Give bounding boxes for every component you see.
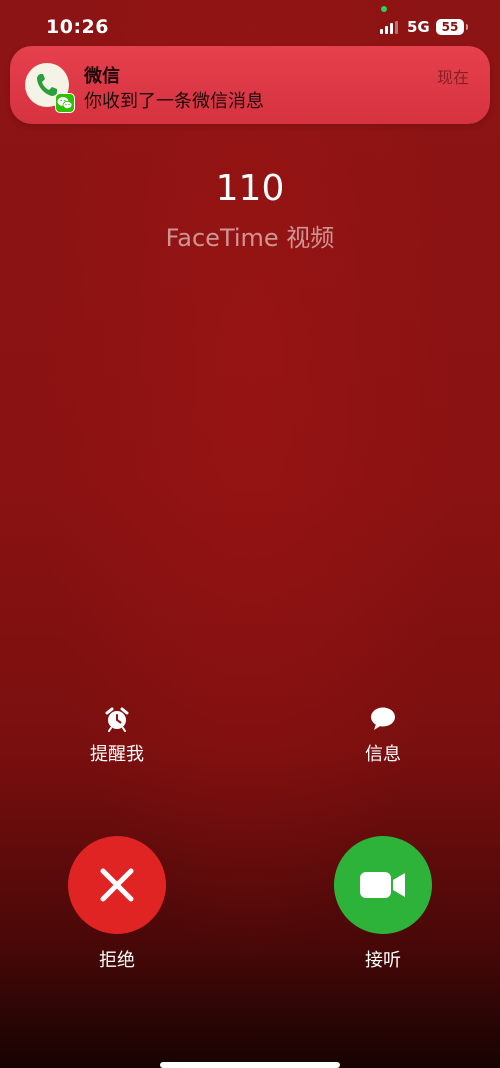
decline-label: 拒绝 — [99, 950, 135, 971]
speech-bubble-icon — [370, 706, 396, 732]
message-label: 信息 — [365, 744, 401, 765]
notification-title: 微信 — [84, 66, 120, 87]
remind-me-button[interactable]: 提醒我 — [57, 706, 177, 766]
home-indicator[interactable] — [160, 1062, 340, 1068]
alarm-clock-icon — [104, 706, 130, 732]
decline-control: 拒绝 — [47, 836, 187, 972]
video-camera-icon — [360, 872, 405, 898]
status-time: 10:26 — [46, 16, 109, 38]
cellular-signal-icon — [380, 21, 398, 34]
notification-banner[interactable]: 微信 你收到了一条微信消息 现在 — [10, 46, 490, 124]
battery-cap — [466, 24, 468, 30]
accept-label: 接听 — [365, 950, 401, 971]
remind-me-label: 提醒我 — [90, 744, 144, 765]
x-icon — [100, 868, 134, 902]
caller-number: 110 — [215, 168, 285, 209]
decline-button[interactable] — [68, 836, 166, 934]
accept-control: 接听 — [313, 836, 453, 972]
call-type: FaceTime 视频 — [165, 224, 335, 252]
camera-in-use-indicator — [381, 6, 387, 12]
battery-icon: 55 — [436, 19, 464, 35]
battery-level: 55 — [441, 20, 459, 34]
network-type: 5G — [407, 18, 430, 36]
wechat-icon — [55, 93, 75, 113]
notification-time: 现在 — [436, 68, 469, 87]
message-button[interactable]: 信息 — [323, 706, 443, 766]
accept-button[interactable] — [334, 836, 432, 934]
notification-message: 你收到了一条微信消息 — [84, 91, 264, 112]
status-bar: 10:26 5G 55 — [0, 0, 500, 48]
notification-icon — [25, 63, 75, 113]
